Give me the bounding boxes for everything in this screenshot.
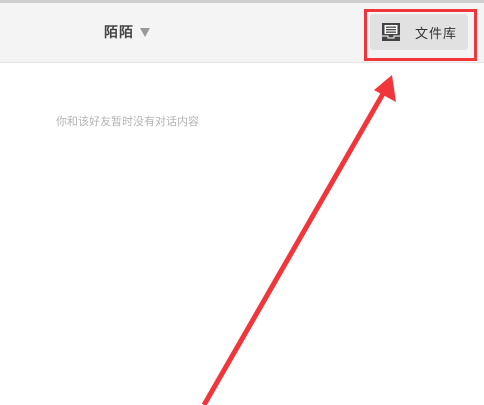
library-button-label: 文件库 — [415, 27, 458, 42]
library-button[interactable]: 文件库 — [370, 14, 468, 50]
caret-down-icon — [140, 28, 150, 37]
chat-header: 陌陌 文件库 — [0, 3, 484, 63]
empty-conversation-message: 你和该好友暂时没有对话内容 — [56, 115, 199, 128]
chat-window: 陌陌 文件库 你和该好友暂时没有对话内容 — [0, 0, 484, 405]
contact-selector[interactable]: 陌陌 — [104, 21, 150, 43]
document-icon — [382, 23, 400, 41]
contact-name: 陌陌 — [104, 25, 134, 41]
